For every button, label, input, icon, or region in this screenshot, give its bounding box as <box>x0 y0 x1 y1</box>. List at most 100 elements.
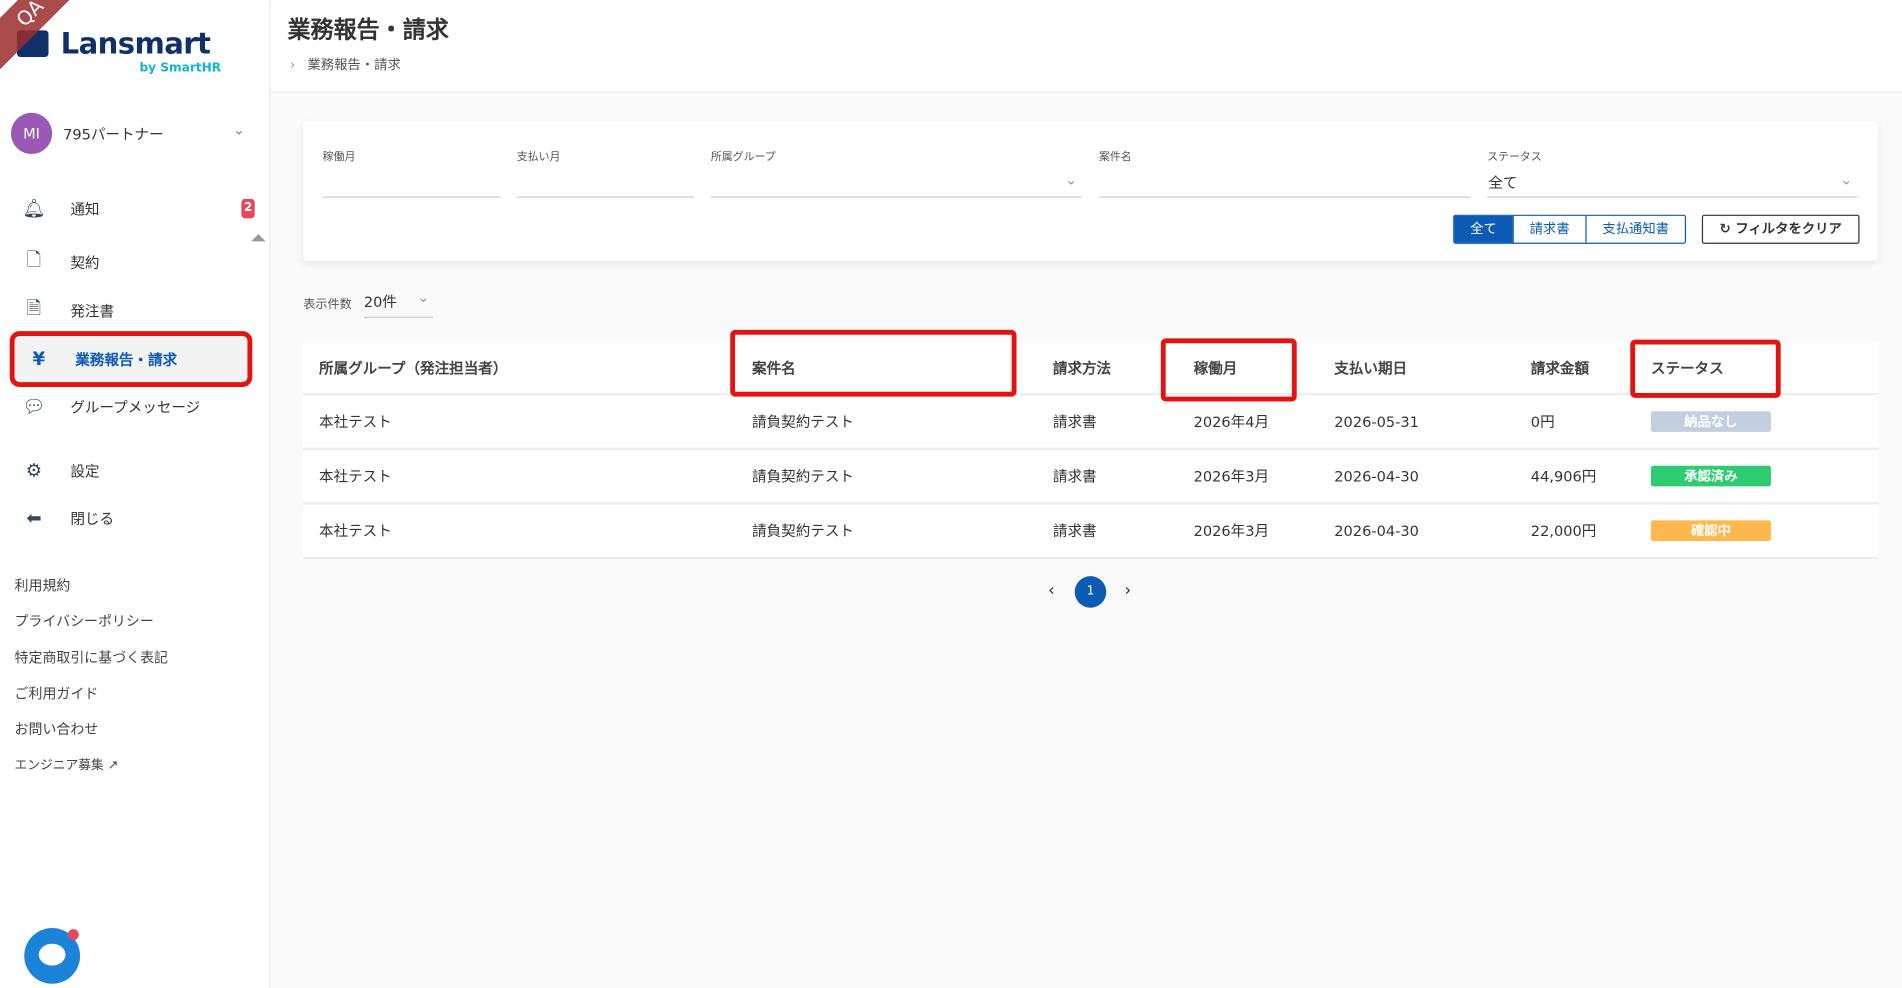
cell-method: 請求書 <box>1052 522 1097 540</box>
document-icon: 🗎 <box>26 296 42 319</box>
type-invoice-button[interactable]: 請求書 <box>1512 215 1586 243</box>
gear-icon: ⚙ <box>25 459 43 482</box>
project-name-input[interactable] <box>1098 196 1471 198</box>
column-header-method[interactable]: 請求方法 <box>1037 357 1178 378</box>
unread-dot <box>67 929 79 941</box>
table-row[interactable]: 本社テスト 請負契約テスト 請求書 2026年3月 2026-04-30 44,906円 承… <box>303 450 1878 505</box>
next-page-button[interactable]: › <box>1124 581 1131 600</box>
cell-group: 本社テスト <box>319 468 392 486</box>
sidebar-item-group-messages[interactable]: 💬︎ グループメッセージ <box>10 383 253 429</box>
cell-work-month: 2026年3月 <box>1193 468 1270 486</box>
type-payment-notice-button[interactable]: 支払通知書 <box>1585 215 1684 243</box>
group-select[interactable] <box>710 196 1082 198</box>
cell-status: 納品なし <box>1635 411 1878 432</box>
cell-amount: 0円 <box>1530 413 1555 431</box>
arrow-left-circle-icon: ⬅ <box>26 507 42 529</box>
highlight-box <box>1160 338 1297 402</box>
cell-amount: 22,000円 <box>1530 522 1597 540</box>
bell-icon: 🔔︎ <box>22 197 46 220</box>
link-privacy[interactable]: プライバシーポリシー <box>15 611 154 630</box>
table-row[interactable]: 本社テスト 請負契約テスト 請求書 2026年3月 2026-04-30 22,000円 確… <box>303 504 1878 560</box>
cell-work-month: 2026年3月 <box>1193 522 1270 540</box>
type-segmented-control[interactable]: 全て 請求書 支払通知書 <box>1453 214 1687 244</box>
breadcrumb[interactable]: › 業務報告・請求 <box>290 55 401 74</box>
link-terms[interactable]: 利用規約 <box>15 576 71 595</box>
cell-group: 本社テスト <box>319 522 392 540</box>
chat-bubble-icon <box>38 943 66 966</box>
cell-due-date: 2026-04-30 <box>1334 467 1419 485</box>
status-badge: 承認済み <box>1650 465 1771 487</box>
page-title: 業務報告・請求 <box>287 16 449 44</box>
table-row[interactable]: 本社テスト 請負契約テスト 請求書 2026年4月 2026-05-31 0円 納品なし <box>303 395 1878 451</box>
sidebar-item-close[interactable]: ⬅ 閉じる <box>10 495 253 541</box>
page-size-select[interactable]: 20件 ⌄ <box>363 288 434 318</box>
cell-status: 承認済み <box>1635 465 1878 487</box>
sidebar-item-orders[interactable]: 🗎 発注書 <box>10 287 253 333</box>
chat-icon: 💬︎ <box>22 395 46 418</box>
sidebar-item-settings[interactable]: ⚙ 設定 <box>10 448 253 494</box>
filter-label: 所属グループ <box>710 151 776 164</box>
chevron-right-icon: › <box>289 57 296 73</box>
nav-label: 発注書 <box>70 302 115 320</box>
breadcrumb-item[interactable]: 業務報告・請求 <box>307 57 400 73</box>
nav-label: 通知 <box>70 200 100 218</box>
work-month-input[interactable] <box>322 196 500 198</box>
chat-support-button[interactable] <box>24 927 81 984</box>
external-link-icon: ↗ <box>107 758 119 773</box>
cell-status: 確認中 <box>1635 520 1878 541</box>
avatar[interactable]: MI <box>10 112 53 155</box>
payment-month-input[interactable] <box>516 196 694 198</box>
cell-due-date: 2026-04-30 <box>1334 522 1419 540</box>
cell-project: 請負契約テスト <box>752 413 854 431</box>
logo[interactable]: Lansmart <box>61 27 211 61</box>
link-guide[interactable]: ご利用ガイド <box>15 684 99 703</box>
filter-label: ステータス <box>1487 151 1542 164</box>
chevron-down-icon[interactable]: ⌄ <box>1065 171 1077 188</box>
refresh-icon: ↻ <box>1719 220 1731 237</box>
link-commerce-law[interactable]: 特定商取引に基づく表記 <box>15 648 168 667</box>
column-header-due-date[interactable]: 支払い期日 <box>1319 357 1516 378</box>
prev-page-button[interactable]: ‹ <box>1048 581 1055 600</box>
nav-label: グループメッセージ <box>70 398 201 416</box>
nav-label: 契約 <box>70 254 100 272</box>
type-all-button[interactable]: 全て <box>1454 215 1513 243</box>
link-contact[interactable]: お問い合わせ <box>15 719 99 738</box>
nav-label: 閉じる <box>70 510 115 528</box>
page-1-button[interactable]: 1 <box>1074 576 1107 608</box>
logo-sub: by SmartHR <box>139 61 222 76</box>
scroll-up-icon[interactable] <box>251 234 266 242</box>
filter-label: 案件名 <box>1098 151 1132 164</box>
cell-method: 請求書 <box>1052 468 1097 486</box>
user-name[interactable]: 795パートナー <box>63 124 164 145</box>
page-size-label: 表示件数 <box>303 298 352 312</box>
chevron-down-icon[interactable]: ⌄ <box>1840 171 1852 188</box>
column-header-amount[interactable]: 請求金額 <box>1515 357 1635 378</box>
filter-label: 支払い月 <box>516 151 561 164</box>
nav-label: 設定 <box>70 462 100 480</box>
status-badge: 納品なし <box>1650 411 1771 432</box>
cell-project: 請負契約テスト <box>752 522 854 540</box>
page-header: 業務報告・請求 › 業務報告・請求 <box>270 0 1902 91</box>
status-select-value[interactable]: 全て <box>1488 172 1517 193</box>
filter-label: 稼働月 <box>322 151 356 164</box>
contract-icon: 🗋 <box>26 248 42 270</box>
cell-amount: 44,906円 <box>1530 468 1597 486</box>
cell-method: 請求書 <box>1052 413 1097 431</box>
chevron-down-icon: ⌄ <box>417 288 430 306</box>
notification-badge: 2 <box>241 198 255 219</box>
clear-filter-button[interactable]: ↻ フィルタをクリア <box>1701 214 1860 244</box>
sidebar-item-contracts[interactable]: 🗋 契約 <box>10 239 253 285</box>
status-select[interactable] <box>1487 196 1859 198</box>
link-label: エンジニア募集 <box>14 758 104 773</box>
cell-work-month: 2026年4月 <box>1193 413 1270 431</box>
column-header-group[interactable]: 所属グループ（発注担当者） <box>303 357 736 378</box>
sidebar-item-notifications[interactable]: 🔔︎ 通知 <box>10 186 253 232</box>
chevron-down-icon[interactable]: ⌄ <box>233 121 245 138</box>
highlight-box <box>730 329 1017 397</box>
cell-due-date: 2026-05-31 <box>1334 413 1419 431</box>
sidebar-item-reports-invoices[interactable]: ¥ 業務報告・請求 <box>9 331 253 387</box>
status-badge: 確認中 <box>1650 520 1771 541</box>
link-engineer-recruit[interactable]: エンジニア募集 ↗ <box>15 756 119 774</box>
cell-project: 請負契約テスト <box>752 468 854 486</box>
cell-group: 本社テスト <box>319 413 392 431</box>
